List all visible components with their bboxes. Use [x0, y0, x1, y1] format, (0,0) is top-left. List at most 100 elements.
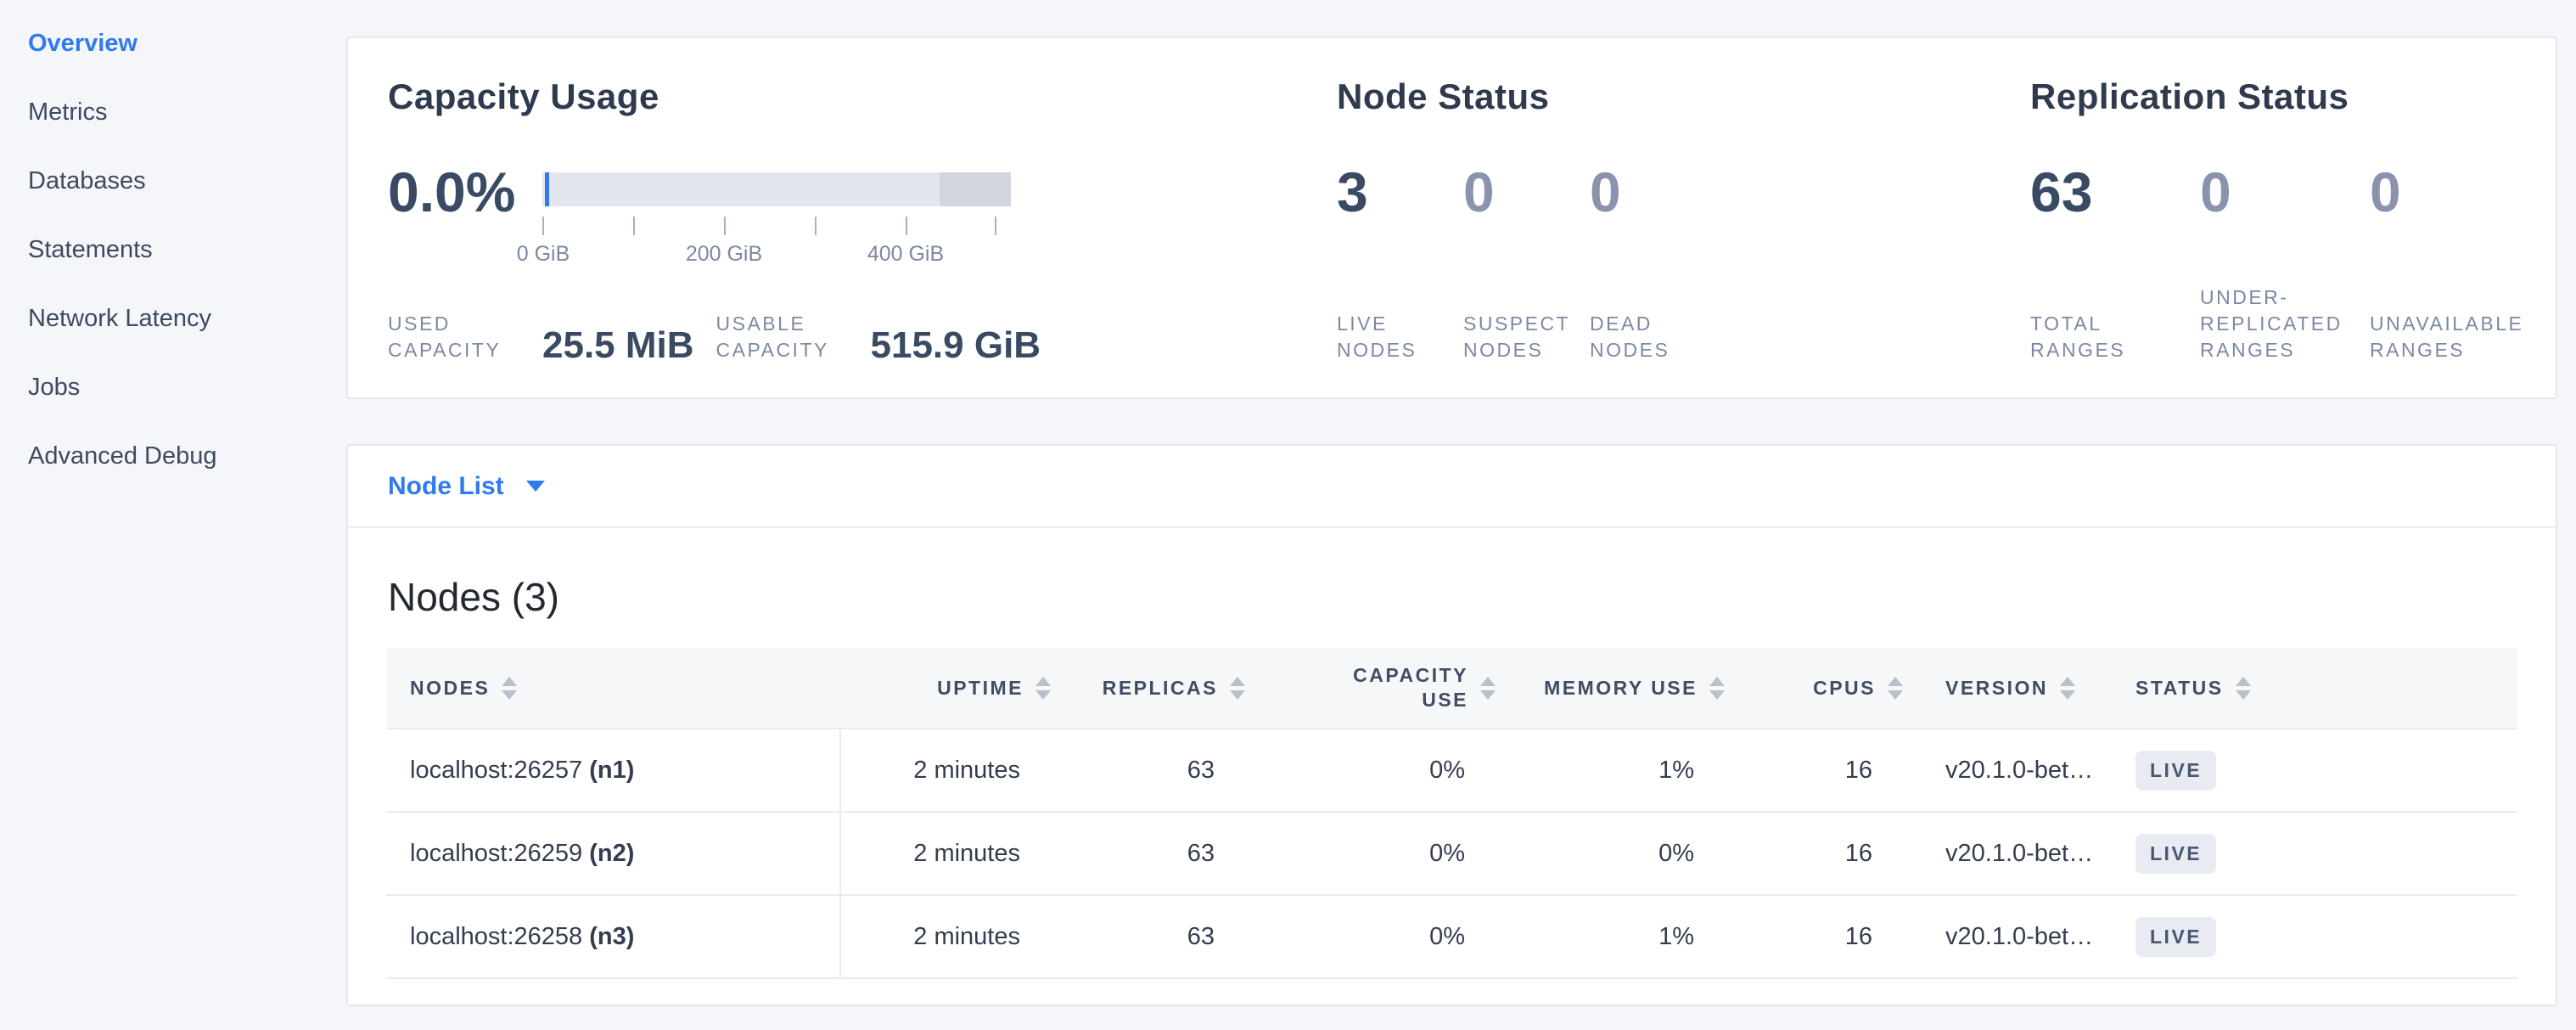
cpus-cell: 16	[1733, 812, 1911, 895]
main-content: Capacity Usage 0.0% 0 GiB 200 GiB 400 Gi…	[331, 0, 2576, 1006]
version-cell: v20.1.0-bet…	[1911, 729, 2115, 812]
node-list-card: Node List Nodes (3) NODES UPTIME	[346, 444, 2557, 1006]
replication-status-section: Replication Status 63 TOTAL RANGES 0 UND…	[2030, 76, 2556, 363]
nodes-heading: Nodes (3)	[388, 574, 2516, 621]
sort-icon	[2060, 677, 2075, 700]
cpus-cell: 16	[1733, 729, 1911, 812]
axis-label: 200 GiB	[686, 242, 762, 267]
unavailable-ranges-label: UNAVAILABLE RANGES	[2370, 311, 2540, 363]
cluster-summary-card: Capacity Usage 0.0% 0 GiB 200 GiB 400 Gi…	[346, 37, 2557, 399]
status-badge: LIVE	[2135, 751, 2216, 791]
axis-label: 400 GiB	[867, 242, 944, 267]
node-status-section: Node Status 3 LIVE NODES 0 SUSPECT NODES…	[1337, 76, 2030, 363]
column-header-version[interactable]: VERSION	[1911, 648, 2115, 729]
column-header-memory-use[interactable]: MEMORY USE	[1504, 648, 1733, 729]
unavailable-ranges-value: 0	[2370, 164, 2540, 220]
total-ranges-metric: 63 TOTAL RANGES	[2030, 164, 2200, 363]
capacity-gauge: 0.0% 0 GiB 200 GiB 400 GiB	[388, 164, 1337, 267]
capacity-gauge-bar	[542, 172, 1011, 206]
sidebar-item-network-latency[interactable]: Network Latency	[0, 284, 331, 353]
sort-icon	[1888, 677, 1903, 700]
sort-icon	[1480, 677, 1496, 700]
column-header-replicas[interactable]: REPLICAS	[1059, 648, 1254, 729]
nodes-table-header-row: NODES UPTIME REPLICAS CAPACITY USE	[386, 648, 2517, 729]
total-ranges-value: 63	[2030, 164, 2200, 220]
replicas-cell: 63	[1059, 895, 1254, 978]
table-row[interactable]: localhost:26258 (n3) 2 minutes 63 0% 1% …	[386, 895, 2517, 978]
status-cell: LIVE	[2115, 895, 2517, 978]
table-row[interactable]: localhost:26257 (n1) 2 minutes 63 0% 1% …	[386, 729, 2517, 812]
status-badge: LIVE	[2135, 834, 2216, 874]
live-nodes-value: 3	[1337, 164, 1463, 220]
used-capacity-label: USED CAPACITY	[388, 311, 522, 363]
version-cell: v20.1.0-bet…	[1911, 895, 2115, 978]
capacity-axis-ticks	[542, 217, 996, 235]
used-capacity-value: 25.5 MiB	[542, 328, 694, 363]
column-header-capacity-use[interactable]: CAPACITY USE	[1254, 648, 1504, 729]
sort-icon	[1709, 677, 1725, 700]
status-badge: LIVE	[2135, 917, 2216, 957]
live-nodes-metric: 3 LIVE NODES	[1337, 164, 1463, 363]
column-header-uptime[interactable]: UPTIME	[840, 648, 1059, 729]
capacity-used-percent: 0.0%	[388, 164, 542, 220]
unavailable-ranges-metric: 0 UNAVAILABLE RANGES	[2370, 164, 2540, 363]
capacity-other-segment	[940, 172, 1011, 206]
node-address-cell[interactable]: localhost:26257 (n1)	[386, 729, 840, 812]
sort-icon	[2236, 677, 2251, 700]
usable-capacity-label: USABLE CAPACITY	[716, 311, 850, 363]
node-address-cell[interactable]: localhost:26258 (n3)	[386, 895, 840, 978]
capacity-use-cell: 0%	[1254, 895, 1504, 978]
sidebar-item-metrics[interactable]: Metrics	[0, 78, 331, 147]
dead-nodes-metric: 0 DEAD NODES	[1590, 164, 1716, 363]
uptime-cell: 2 minutes	[840, 729, 1059, 812]
suspect-nodes-value: 0	[1463, 164, 1590, 220]
status-cell: LIVE	[2115, 812, 2517, 895]
column-header-status[interactable]: STATUS	[2115, 648, 2517, 729]
capacity-stats: USED CAPACITY 25.5 MiB USABLE CAPACITY 5…	[388, 311, 1337, 363]
node-list-dropdown-row: Node List	[348, 446, 2556, 528]
suspect-nodes-label: SUSPECT NODES	[1463, 311, 1590, 363]
column-header-cpus[interactable]: CPUS	[1733, 648, 1911, 729]
axis-label: 0 GiB	[517, 242, 570, 267]
sidebar-item-statements[interactable]: Statements	[0, 216, 331, 284]
capacity-usage-title: Capacity Usage	[388, 76, 1337, 118]
live-nodes-label: LIVE NODES	[1337, 311, 1463, 363]
memory-use-cell: 1%	[1504, 895, 1733, 978]
replicas-cell: 63	[1059, 729, 1254, 812]
sort-icon	[502, 677, 517, 700]
capacity-used-marker	[545, 172, 549, 206]
memory-use-cell: 1%	[1504, 729, 1733, 812]
under-replicated-ranges-value: 0	[2200, 164, 2370, 220]
uptime-cell: 2 minutes	[840, 812, 1059, 895]
usable-capacity-value: 515.9 GiB	[871, 328, 1041, 363]
chevron-down-icon	[526, 481, 545, 492]
suspect-nodes-metric: 0 SUSPECT NODES	[1463, 164, 1590, 363]
dead-nodes-value: 0	[1590, 164, 1716, 220]
version-cell: v20.1.0-bet…	[1911, 812, 2115, 895]
total-ranges-label: TOTAL RANGES	[2030, 311, 2200, 363]
sidebar-item-overview[interactable]: Overview	[0, 9, 331, 78]
node-status-title: Node Status	[1337, 76, 2030, 118]
column-header-nodes[interactable]: NODES	[386, 648, 840, 729]
capacity-usage-section: Capacity Usage 0.0% 0 GiB 200 GiB 400 Gi…	[388, 76, 1337, 363]
sidebar-item-jobs[interactable]: Jobs	[0, 353, 331, 422]
cpus-cell: 16	[1733, 895, 1911, 978]
under-replicated-ranges-label: UNDER- REPLICATED RANGES	[2200, 284, 2370, 363]
memory-use-cell: 0%	[1504, 812, 1733, 895]
status-cell: LIVE	[2115, 729, 2517, 812]
sort-icon	[1230, 677, 1245, 700]
sort-icon	[1035, 677, 1051, 700]
table-row[interactable]: localhost:26259 (n2) 2 minutes 63 0% 0% …	[386, 812, 2517, 895]
uptime-cell: 2 minutes	[840, 895, 1059, 978]
sidebar-item-databases[interactable]: Databases	[0, 147, 331, 216]
replicas-cell: 63	[1059, 812, 1254, 895]
nodes-table: NODES UPTIME REPLICAS CAPACITY USE	[386, 648, 2517, 979]
capacity-axis-labels: 0 GiB 200 GiB 400 GiB	[542, 242, 996, 267]
node-address-cell[interactable]: localhost:26259 (n2)	[386, 812, 840, 895]
under-replicated-ranges-metric: 0 UNDER- REPLICATED RANGES	[2200, 164, 2370, 363]
node-list-dropdown[interactable]: Node List	[388, 472, 545, 501]
node-list-dropdown-label: Node List	[388, 472, 504, 501]
sidebar: Overview Metrics Databases Statements Ne…	[0, 0, 331, 1030]
dead-nodes-label: DEAD NODES	[1590, 311, 1716, 363]
sidebar-item-advanced-debug[interactable]: Advanced Debug	[0, 422, 331, 491]
